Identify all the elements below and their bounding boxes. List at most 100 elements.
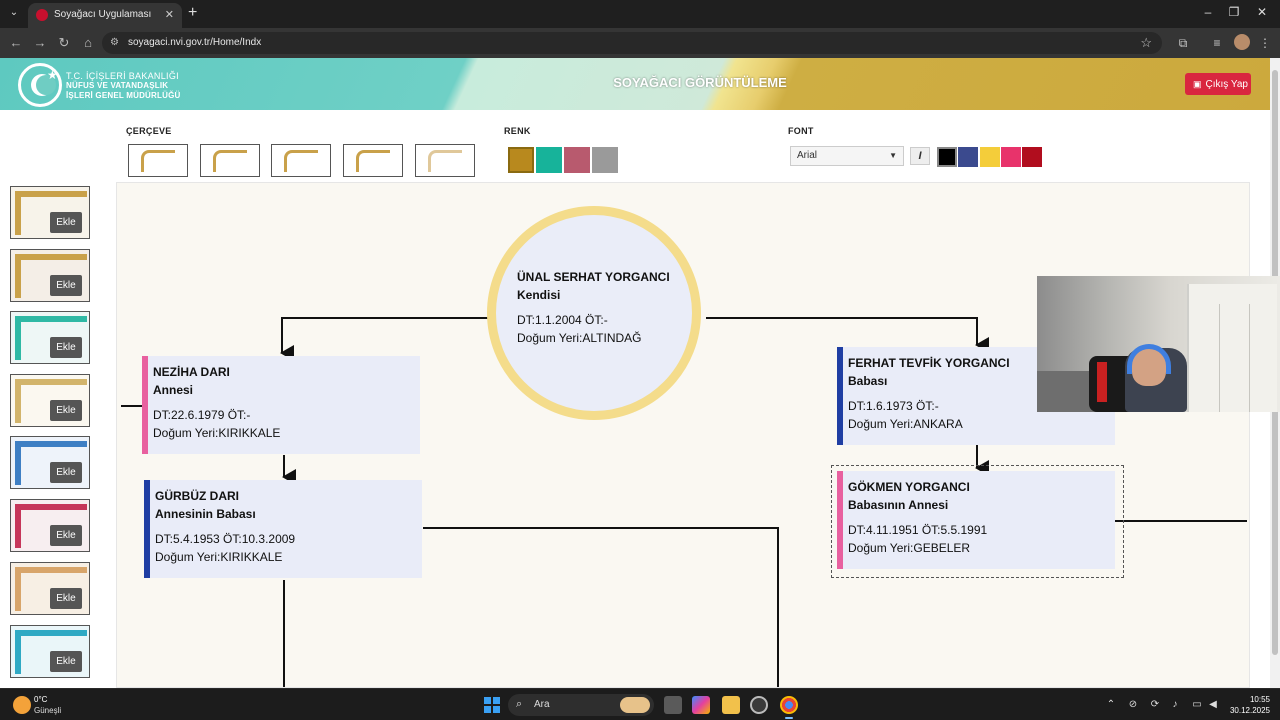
template-card[interactable]: Ekle — [10, 562, 90, 615]
profile-avatar[interactable] — [1234, 34, 1250, 50]
font-color-black[interactable] — [937, 147, 957, 167]
display-icon[interactable]: ▭ — [1190, 699, 1204, 710]
minimize-icon[interactable]: – — [1198, 5, 1218, 19]
volume-icon[interactable]: ◀ — [1206, 699, 1220, 710]
add-template-button[interactable]: Ekle — [50, 525, 82, 546]
frame-option-1[interactable] — [128, 144, 188, 177]
chevron-down-icon: ▼ — [889, 151, 897, 160]
weather-icon[interactable] — [13, 696, 31, 714]
person-name: GÜRBÜZ DARI — [155, 489, 239, 503]
extensions-icon[interactable]: ⧉ — [1176, 36, 1190, 50]
system-clock[interactable]: 10:55 30.12.2025 — [1226, 694, 1270, 716]
sync-icon[interactable]: ⟳ — [1148, 699, 1162, 710]
add-template-button[interactable]: Ekle — [50, 651, 82, 672]
taskbar: 0°C Güneşli ⌕ Ara ⌃ ⊘ ⟳ ♪ ▭ ◀ 10:55 30.1… — [0, 688, 1280, 720]
person-dates: DT:22.6.1979 ÖT:- — [153, 408, 251, 422]
italic-button[interactable]: I — [910, 147, 930, 165]
template-card[interactable]: Ekle — [10, 374, 90, 427]
menu-icon[interactable]: ⋮ — [1258, 36, 1272, 50]
mothers-father-node[interactable]: GÜRBÜZ DARI Annesinin Babası DT:5.4.1953… — [144, 480, 422, 578]
color-label: RENK — [504, 126, 531, 136]
template-card[interactable]: Ekle — [10, 499, 90, 552]
microphone-icon[interactable]: ♪ — [1168, 699, 1182, 710]
chrome-icon[interactable] — [780, 696, 798, 719]
new-tab-icon[interactable]: + — [188, 5, 197, 21]
copilot-icon[interactable] — [692, 696, 710, 714]
webcam-overlay — [1037, 276, 1280, 412]
task-view-icon[interactable] — [664, 696, 682, 714]
page-header: ★ T.C. İÇİŞLERİ BAKANLIĞI NÜFUS VE VATAN… — [0, 58, 1270, 110]
font-select[interactable]: Arial ▼ — [790, 146, 904, 166]
self-node[interactable]: ÜNAL SERHAT YORGANCI Kendisi DT:1.1.2004… — [487, 206, 701, 420]
network-icon[interactable]: ⊘ — [1126, 699, 1140, 710]
start-icon[interactable] — [484, 697, 500, 713]
tray-chevron-icon[interactable]: ⌃ — [1104, 699, 1118, 710]
add-template-button[interactable]: Ekle — [50, 400, 82, 421]
clock-time: 10:55 — [1249, 695, 1270, 704]
font-color-pink[interactable] — [1001, 147, 1021, 167]
add-template-button[interactable]: Ekle — [50, 275, 82, 296]
frame-label: ÇERÇEVE — [126, 126, 172, 136]
frame-option-2[interactable] — [200, 144, 260, 177]
tab-close-icon[interactable]: ✕ — [165, 8, 174, 21]
person-name: ÜNAL SERHAT YORGANCI — [517, 270, 670, 284]
taskbar-search[interactable]: ⌕ Ara — [508, 694, 654, 716]
logout-button[interactable]: ▣ Çıkış Yap — [1185, 73, 1251, 95]
person-role: Annesinin Babası — [155, 507, 256, 521]
browser-tab[interactable]: Soyağacı Uygulaması - Nüfus ve ✕ — [28, 3, 182, 28]
template-card[interactable]: Ekle — [10, 436, 90, 489]
frame-option-3[interactable] — [271, 144, 331, 177]
person-dates: DT:1.6.1973 ÖT:- — [848, 399, 939, 413]
person-role: Kendisi — [517, 288, 561, 302]
template-card[interactable]: Ekle — [10, 311, 90, 364]
maximize-icon[interactable]: ❐ — [1224, 5, 1244, 19]
reload-icon[interactable]: ↻ — [56, 35, 72, 51]
reading-list-icon[interactable]: ≡ — [1210, 36, 1224, 50]
logo-line-1: T.C. İÇİŞLERİ BAKANLIĞI — [66, 71, 179, 81]
file-explorer-icon[interactable] — [722, 696, 740, 714]
bookmark-star-icon[interactable]: ☆ — [1140, 35, 1152, 51]
family-tree-canvas[interactable]: ÜNAL SERHAT YORGANCI Kendisi DT:1.1.2004… — [116, 182, 1250, 688]
url-field[interactable]: ⚙ soyagaci.nvi.gov.tr/Home/Indx ☆ — [102, 32, 1162, 54]
frame-option-5[interactable] — [415, 144, 475, 177]
person-birthplace: Doğum Yeri:ANKARA — [848, 417, 963, 431]
weather-description[interactable]: Güneşli — [34, 706, 61, 715]
add-template-button[interactable]: Ekle — [50, 337, 82, 358]
forward-icon[interactable]: → — [32, 35, 48, 51]
template-card[interactable]: Ekle — [10, 625, 90, 678]
template-card[interactable]: Ekle — [10, 249, 90, 302]
color-swatch-gray[interactable] — [592, 147, 618, 173]
font-color-red[interactable] — [1022, 147, 1042, 167]
font-color-yellow[interactable] — [980, 147, 1000, 167]
font-color-navy[interactable] — [958, 147, 978, 167]
person-birthplace: Doğum Yeri:KIRIKKALE — [155, 550, 283, 564]
color-swatch-gold[interactable] — [508, 147, 534, 173]
add-template-button[interactable]: Ekle — [50, 462, 82, 483]
color-swatch-teal[interactable] — [536, 147, 562, 173]
search-highlight-icon — [620, 697, 650, 713]
url-text[interactable]: soyagaci.nvi.gov.tr/Home/Indx — [128, 37, 261, 48]
window-close-icon[interactable]: ✕ — [1252, 5, 1272, 19]
gender-bar — [142, 356, 148, 454]
timer-app-icon[interactable] — [750, 696, 768, 714]
person-dates: DT:1.1.2004 ÖT:- — [517, 313, 608, 327]
person-birthplace: Doğum Yeri:GEBELER — [848, 541, 971, 555]
clock-date: 30.12.2025 — [1229, 706, 1270, 715]
gender-bar — [837, 347, 843, 445]
add-template-button[interactable]: Ekle — [50, 212, 82, 233]
fathers-mother-node[interactable]: GÖKMEN YORGANCI Babasının Annesi DT:4.11… — [837, 471, 1115, 569]
back-icon[interactable]: ← — [8, 35, 24, 51]
person-dates: DT:4.11.1951 ÖT:5.5.1991 — [848, 523, 988, 537]
mother-node[interactable]: NEZİHA DARI Annesi DT:22.6.1979 ÖT:- Doğ… — [142, 356, 420, 454]
tab-search-icon[interactable]: ⌄ — [6, 5, 22, 21]
add-template-button[interactable]: Ekle — [50, 588, 82, 609]
home-icon[interactable]: ⌂ — [80, 35, 96, 51]
nvi-logo-icon: ★ — [18, 63, 62, 107]
template-card[interactable]: Ekle — [10, 186, 90, 239]
frame-option-4[interactable] — [343, 144, 403, 177]
site-favicon-icon — [36, 9, 48, 21]
site-info-icon[interactable]: ⚙ — [110, 37, 122, 49]
browser-tab-strip: ⌄ Soyağacı Uygulaması - Nüfus ve ✕ + – ❐… — [0, 0, 1280, 28]
weather-temperature[interactable]: 0°C — [34, 695, 47, 704]
color-swatch-rose[interactable] — [564, 147, 590, 173]
